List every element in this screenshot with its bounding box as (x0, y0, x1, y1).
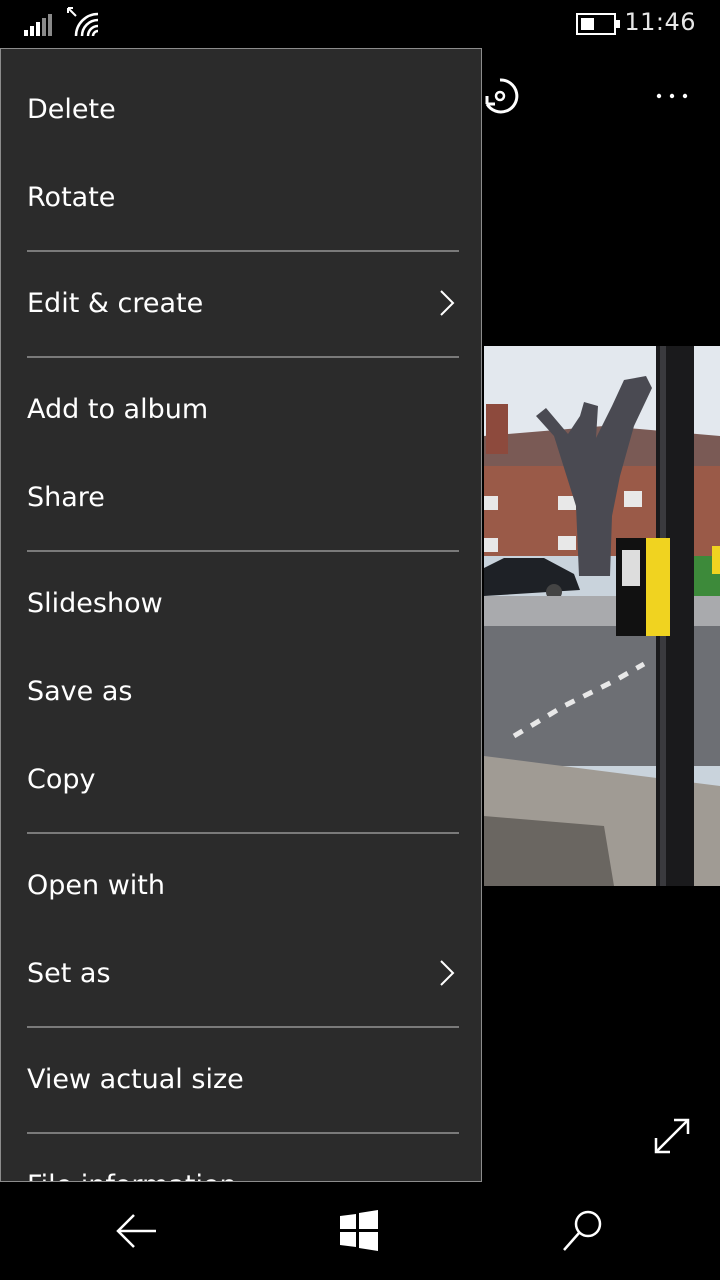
chevron-right-icon (440, 960, 455, 986)
menu-item-delete[interactable]: Delete (1, 65, 481, 153)
menu-item-add-to-album[interactable]: Add to album (1, 365, 481, 453)
menu-item-edit-create[interactable]: Edit & create (1, 259, 481, 347)
more-icon[interactable] (648, 76, 696, 116)
menu-item-label: Delete (27, 93, 116, 125)
photo-image (484, 346, 720, 886)
context-menu: Delete Rotate Edit & create Add to album… (0, 48, 482, 1182)
chevron-right-icon (440, 290, 455, 316)
menu-item-slideshow[interactable]: Slideshow (1, 559, 481, 647)
windows-icon[interactable] (332, 1206, 388, 1256)
menu-item-open-with[interactable]: Open with (1, 841, 481, 929)
menu-item-label: Rotate (27, 181, 116, 213)
menu-separator (27, 250, 459, 252)
menu-item-set-as[interactable]: Set as (1, 929, 481, 1017)
menu-item-label: View actual size (27, 1063, 244, 1095)
menu-item-label: Save as (27, 675, 133, 707)
navigation-bar (0, 1182, 720, 1280)
menu-item-label: Slideshow (27, 587, 163, 619)
back-arrow-icon[interactable] (108, 1206, 164, 1256)
signal-icon (24, 14, 52, 36)
wifi-icon (67, 7, 99, 37)
menu-item-label: Open with (27, 869, 165, 901)
menu-item-label: Set as (27, 957, 111, 989)
menu-item-label: File information (27, 1170, 237, 1182)
menu-separator (27, 356, 459, 358)
menu-item-file-information[interactable]: File information (1, 1141, 481, 1182)
menu-separator (27, 550, 459, 552)
menu-separator (27, 832, 459, 834)
status-bar: 11:46 (0, 0, 720, 48)
rotate-icon[interactable] (478, 74, 522, 118)
menu-separator (27, 1132, 459, 1134)
menu-item-label: Edit & create (27, 287, 204, 319)
menu-item-share[interactable]: Share (1, 453, 481, 541)
menu-item-label: Copy (27, 763, 96, 795)
clock: 11:46 (624, 8, 696, 36)
menu-item-save-as[interactable]: Save as (1, 647, 481, 735)
search-icon[interactable] (556, 1206, 612, 1256)
battery-icon (576, 13, 620, 35)
menu-item-label: Add to album (27, 393, 209, 425)
expand-icon[interactable] (648, 1112, 696, 1160)
menu-item-label: Share (27, 481, 105, 513)
photo[interactable] (484, 346, 720, 886)
menu-item-rotate[interactable]: Rotate (1, 153, 481, 241)
menu-separator (27, 1026, 459, 1028)
menu-item-view-actual-size[interactable]: View actual size (1, 1035, 481, 1123)
menu-item-copy[interactable]: Copy (1, 735, 481, 823)
